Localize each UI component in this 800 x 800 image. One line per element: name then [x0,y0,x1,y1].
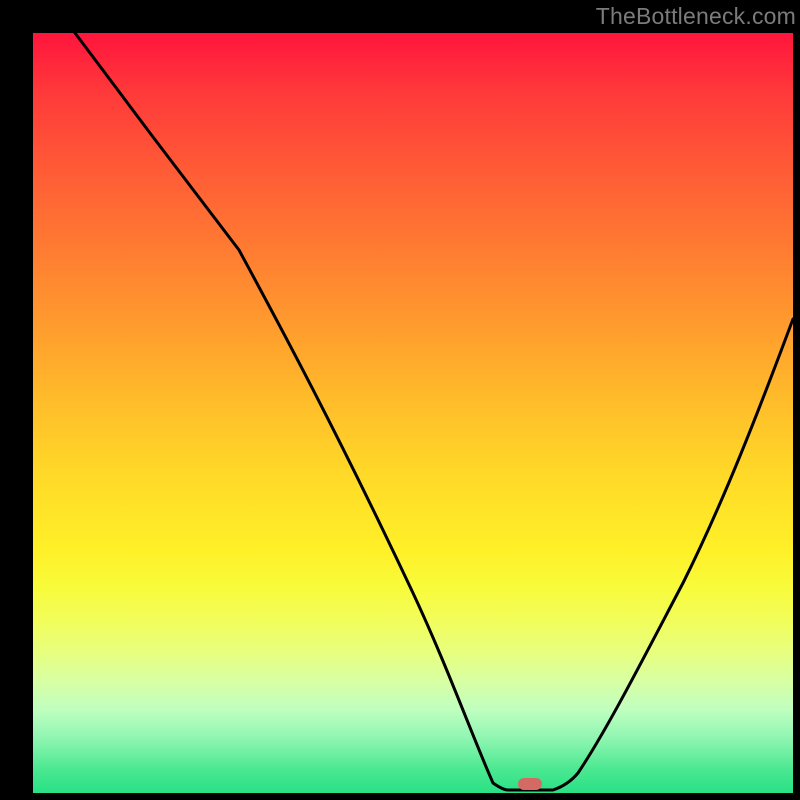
plot-area [33,33,793,793]
watermark-text: TheBottleneck.com [596,3,796,30]
bottleneck-marker [518,778,542,790]
bottleneck-curve [33,33,793,793]
curve-path [75,33,793,790]
chart-frame: TheBottleneck.com [0,0,800,800]
